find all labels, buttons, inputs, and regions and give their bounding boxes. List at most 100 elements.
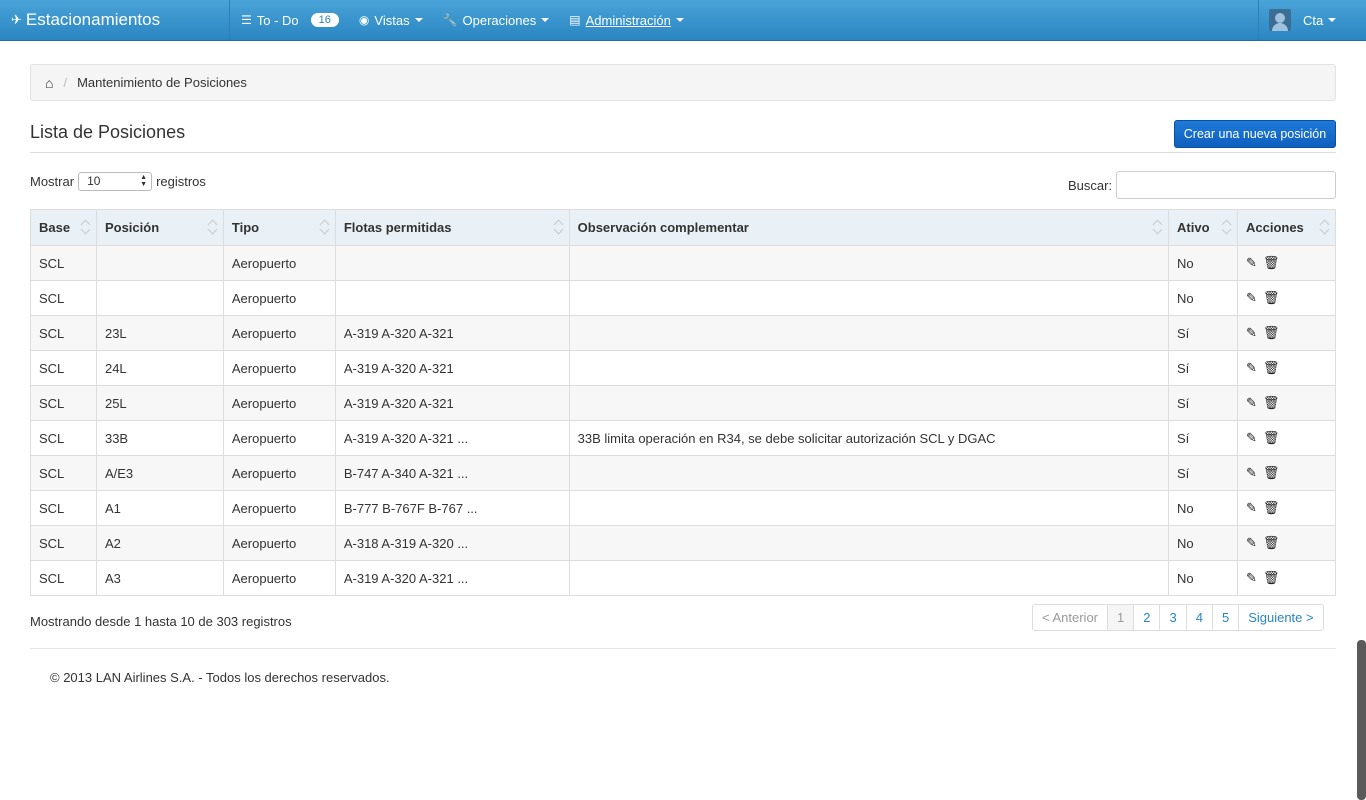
home-icon[interactable]: ⌂ (45, 75, 53, 91)
table-cell: A-319 A-320 A-321 ... (334, 420, 570, 456)
column-header[interactable]: Ativo (1168, 209, 1238, 246)
table-cell: Sí (1168, 315, 1238, 351)
actions-cell: ✎ 🗑 (1236, 455, 1337, 491)
table-cell: Sí (1168, 455, 1238, 491)
pencil-icon[interactable]: ✎ (1246, 500, 1257, 516)
breadcrumb-separator: / (63, 75, 68, 90)
column-header[interactable]: Tipo (222, 209, 336, 246)
trash-icon[interactable]: 🗑 (1263, 360, 1280, 376)
table-cell (568, 280, 1170, 316)
breadcrumb: ⌂ / Mantenimiento de Posiciones (30, 64, 1336, 101)
table-cell: SCL (30, 525, 97, 561)
table-cell: Aeropuerto (222, 525, 336, 561)
table-cell (334, 280, 570, 316)
pencil-icon[interactable]: ✎ (1246, 570, 1257, 586)
table-cell: 24L (95, 350, 224, 386)
trash-icon[interactable]: 🗑 (1263, 325, 1280, 341)
column-header[interactable]: Base (30, 209, 97, 246)
eye-icon: ◉ (358, 13, 370, 27)
pencil-icon[interactable]: ✎ (1246, 290, 1257, 306)
table-cell: Aeropuerto (222, 455, 336, 491)
page-button[interactable]: 4 (1185, 605, 1212, 630)
row-actions: ✎ 🗑 (1246, 465, 1279, 481)
pencil-icon[interactable]: ✎ (1246, 255, 1257, 271)
row-actions: ✎ 🗑 (1246, 430, 1279, 446)
table-cell (568, 525, 1170, 561)
table-cell: SCL (30, 455, 97, 491)
pencil-icon[interactable]: ✎ (1246, 325, 1257, 341)
actions-cell: ✎ 🗑 (1236, 315, 1337, 351)
breadcrumb-current: Mantenimiento de Posiciones (77, 75, 247, 90)
table-cell: SCL (30, 420, 97, 456)
positions-table: Base Posición Tipo Flotas permitidas Observa… (30, 209, 1337, 596)
pencil-icon[interactable]: ✎ (1246, 395, 1257, 411)
table-cell: SCL (30, 385, 97, 421)
create-position-button[interactable]: Crear una nueva posición (1174, 120, 1336, 148)
table-cell: SCL (30, 560, 97, 596)
prev-page-button[interactable]: < Anterior (1033, 605, 1107, 630)
page-button[interactable]: 3 (1159, 605, 1185, 630)
table-cell: A-319 A-320 A-321 (334, 350, 570, 386)
table-row: SCL Aeropuerto No ✎ 🗑 (30, 245, 1337, 281)
page-size-select[interactable]: 10 ▲ ▼ (78, 172, 153, 191)
column-header-label: Observación complementar (577, 220, 749, 235)
table-cell: Aeropuerto (222, 490, 336, 526)
nav-vistas[interactable]: ◉ Vistas (349, 0, 433, 40)
table-cell: A-318 A-319 A-320 ... (334, 525, 570, 561)
table-header-row: Base Posición Tipo Flotas permitidas Observa… (30, 209, 1337, 246)
row-actions: ✎ 🗑 (1246, 290, 1279, 306)
pencil-icon[interactable]: ✎ (1246, 360, 1257, 376)
table-cell: SCL (30, 315, 97, 351)
table-cell: A3 (95, 560, 224, 596)
nav-operaciones[interactable]: 🔧 Operaciones (433, 0, 560, 40)
trash-icon[interactable]: 🗑 (1263, 465, 1280, 481)
column-header-label: Flotas permitidas (343, 220, 452, 235)
page-button[interactable]: 2 (1133, 605, 1159, 630)
row-actions: ✎ 🗑 (1246, 535, 1279, 551)
user-menu[interactable]: Cta (1258, 0, 1366, 40)
row-actions: ✎ 🗑 (1246, 500, 1279, 516)
pencil-icon[interactable]: ✎ (1246, 535, 1257, 551)
trash-icon[interactable]: 🗑 (1263, 430, 1280, 446)
table-cell: Aeropuerto (222, 280, 336, 316)
sort-icon (321, 221, 329, 235)
table-cell: Aeropuerto (222, 245, 336, 281)
search-input[interactable] (1116, 171, 1337, 199)
table-cell (568, 490, 1170, 526)
table-body: SCL Aeropuerto No ✎ 🗑 SCL Aeropuerto No ✎ 🗑 SCL 23L… (30, 245, 1337, 596)
table-cell: Aeropuerto (222, 420, 336, 456)
trash-icon[interactable]: 🗑 (1263, 570, 1280, 586)
actions-cell: ✎ 🗑 (1236, 350, 1337, 386)
table-cell: SCL (30, 490, 97, 526)
trash-icon[interactable]: 🗑 (1263, 500, 1280, 516)
trash-icon[interactable]: 🗑 (1263, 535, 1280, 551)
trash-icon[interactable]: 🗑 (1263, 255, 1280, 271)
column-header[interactable]: Posición (95, 209, 224, 246)
table-cell: No (1168, 560, 1238, 596)
nav-todo[interactable]: ☰ To - Do 16 (231, 0, 349, 40)
table-row: SCL 25L Aeropuerto A-319 A-320 A-321 Sí ✎ 🗑 (30, 385, 1337, 421)
pencil-icon[interactable]: ✎ (1246, 430, 1257, 446)
page-button[interactable]: 5 (1211, 605, 1238, 630)
todo-count-badge: 16 (310, 13, 339, 27)
scrollbar[interactable] (1357, 640, 1366, 800)
plane-icon: ✈ (11, 12, 22, 27)
next-page-button[interactable]: Siguiente > (1238, 605, 1322, 630)
trash-icon[interactable]: 🗑 (1263, 395, 1280, 411)
table-cell: A/E3 (95, 455, 224, 491)
table-cell: A-319 A-320 A-321 ... (334, 560, 570, 596)
page-button[interactable]: 1 (1107, 605, 1134, 630)
column-header[interactable]: Flotas permitidas (334, 209, 570, 246)
trash-icon[interactable]: 🗑 (1263, 290, 1280, 306)
column-header-label: Tipo (231, 220, 260, 235)
column-header[interactable]: Acciones (1236, 209, 1337, 246)
footer-divider (30, 648, 1336, 649)
nav-administracion[interactable]: ▤ Administración (559, 0, 694, 40)
sort-icon (1321, 221, 1329, 235)
brand[interactable]: ✈ Estacionamientos (0, 0, 230, 40)
row-actions: ✎ 🗑 (1246, 255, 1279, 271)
table-cell: 33B limita operación en R34, se debe sol… (568, 420, 1170, 456)
column-header[interactable]: Observación complementar (568, 209, 1170, 246)
pencil-icon[interactable]: ✎ (1246, 465, 1257, 481)
sort-icon (1154, 221, 1162, 235)
